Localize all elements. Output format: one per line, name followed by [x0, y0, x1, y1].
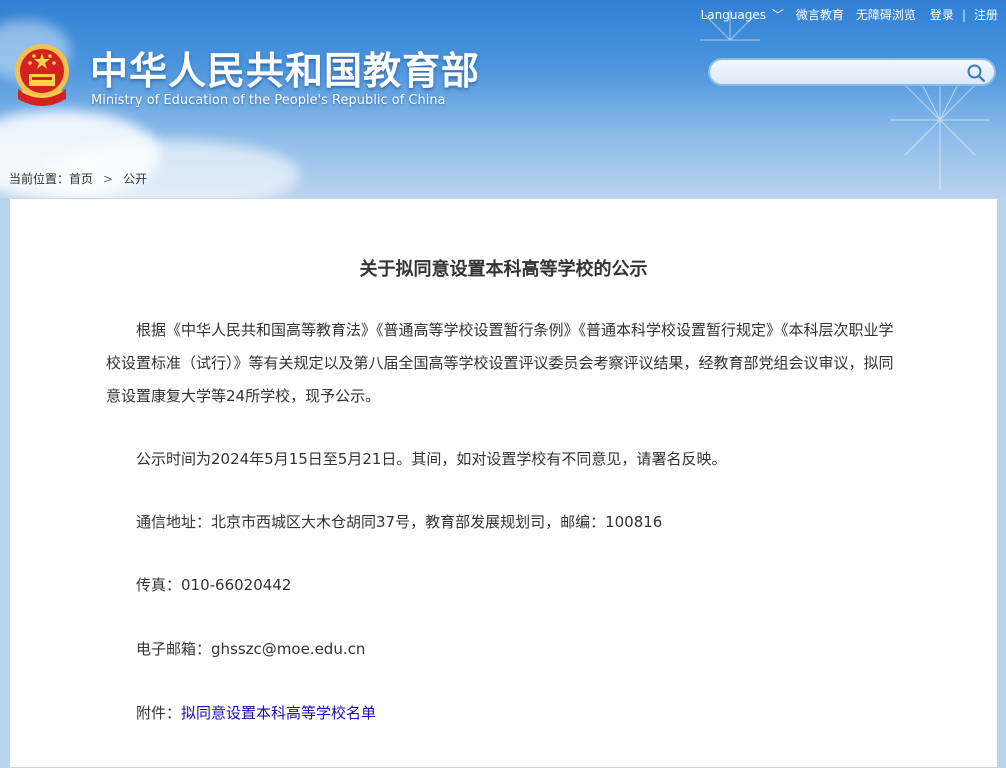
site-header: Languages ﹀ 微言教育 无障碍浏览 登录 | 注册 中华人民共和国教育…	[0, 0, 1006, 198]
article-paragraph: 公示时间为2024年5月15日至5月21日。其间，如对设置学校有不同意见，请署名…	[136, 450, 727, 468]
chevron-down-icon: ﹀	[771, 8, 784, 22]
attachment-link[interactable]: 拟同意设置本科高等学校名单	[181, 704, 376, 722]
article-title: 关于拟同意设置本科高等学校的公示	[359, 259, 648, 280]
search-input[interactable]	[722, 63, 966, 83]
attachment-label: 附件：	[136, 704, 182, 722]
search-icon[interactable]	[966, 63, 986, 83]
accessibility-link[interactable]: 无障碍浏览	[856, 6, 916, 23]
weibo-link[interactable]: 微言教育	[796, 6, 844, 23]
site-title-chinese[interactable]: 中华人民共和国教育部	[90, 40, 480, 95]
chevron-right-icon: >	[103, 172, 114, 186]
divider: |	[961, 7, 966, 22]
breadcrumb-current[interactable]: 公开	[123, 172, 147, 186]
national-emblem-icon[interactable]	[12, 41, 72, 109]
article-paragraph: 电子邮箱：ghsszc@moe.edu.cn	[136, 640, 366, 658]
top-utility-bar: Languages ﹀ 微言教育 无障碍浏览 登录 | 注册	[689, 6, 998, 23]
article-panel: 关于拟同意设置本科高等学校的公示 根据《中华人民共和国高等教育法》《普通高等学校…	[9, 198, 998, 768]
breadcrumb: 当前位置：首页 > 公开	[9, 170, 147, 187]
register-link[interactable]: 注册	[974, 6, 998, 23]
article-paragraph: 根据《中华人民共和国高等教育法》《普通高等学校设置暂行条例》《普通本科学校设置暂…	[106, 321, 894, 405]
breadcrumb-prefix: 当前位置：	[9, 172, 70, 186]
languages-label: Languages	[700, 8, 767, 22]
attachment-line: 附件：拟同意设置本科高等学校名单	[106, 697, 906, 730]
search-box	[708, 58, 996, 86]
article-paragraph: 通信地址：北京市西城区大木仓胡同37号，教育部发展规划司，邮编：100816	[136, 513, 663, 531]
site-title-english: Ministry of Education of the People's Re…	[91, 93, 446, 108]
breadcrumb-home[interactable]: 首页	[69, 172, 93, 186]
login-link[interactable]: 登录	[930, 6, 954, 23]
languages-menu[interactable]: Languages ﹀	[701, 6, 784, 23]
article-paragraph: 传真：010-66020442	[136, 576, 292, 594]
